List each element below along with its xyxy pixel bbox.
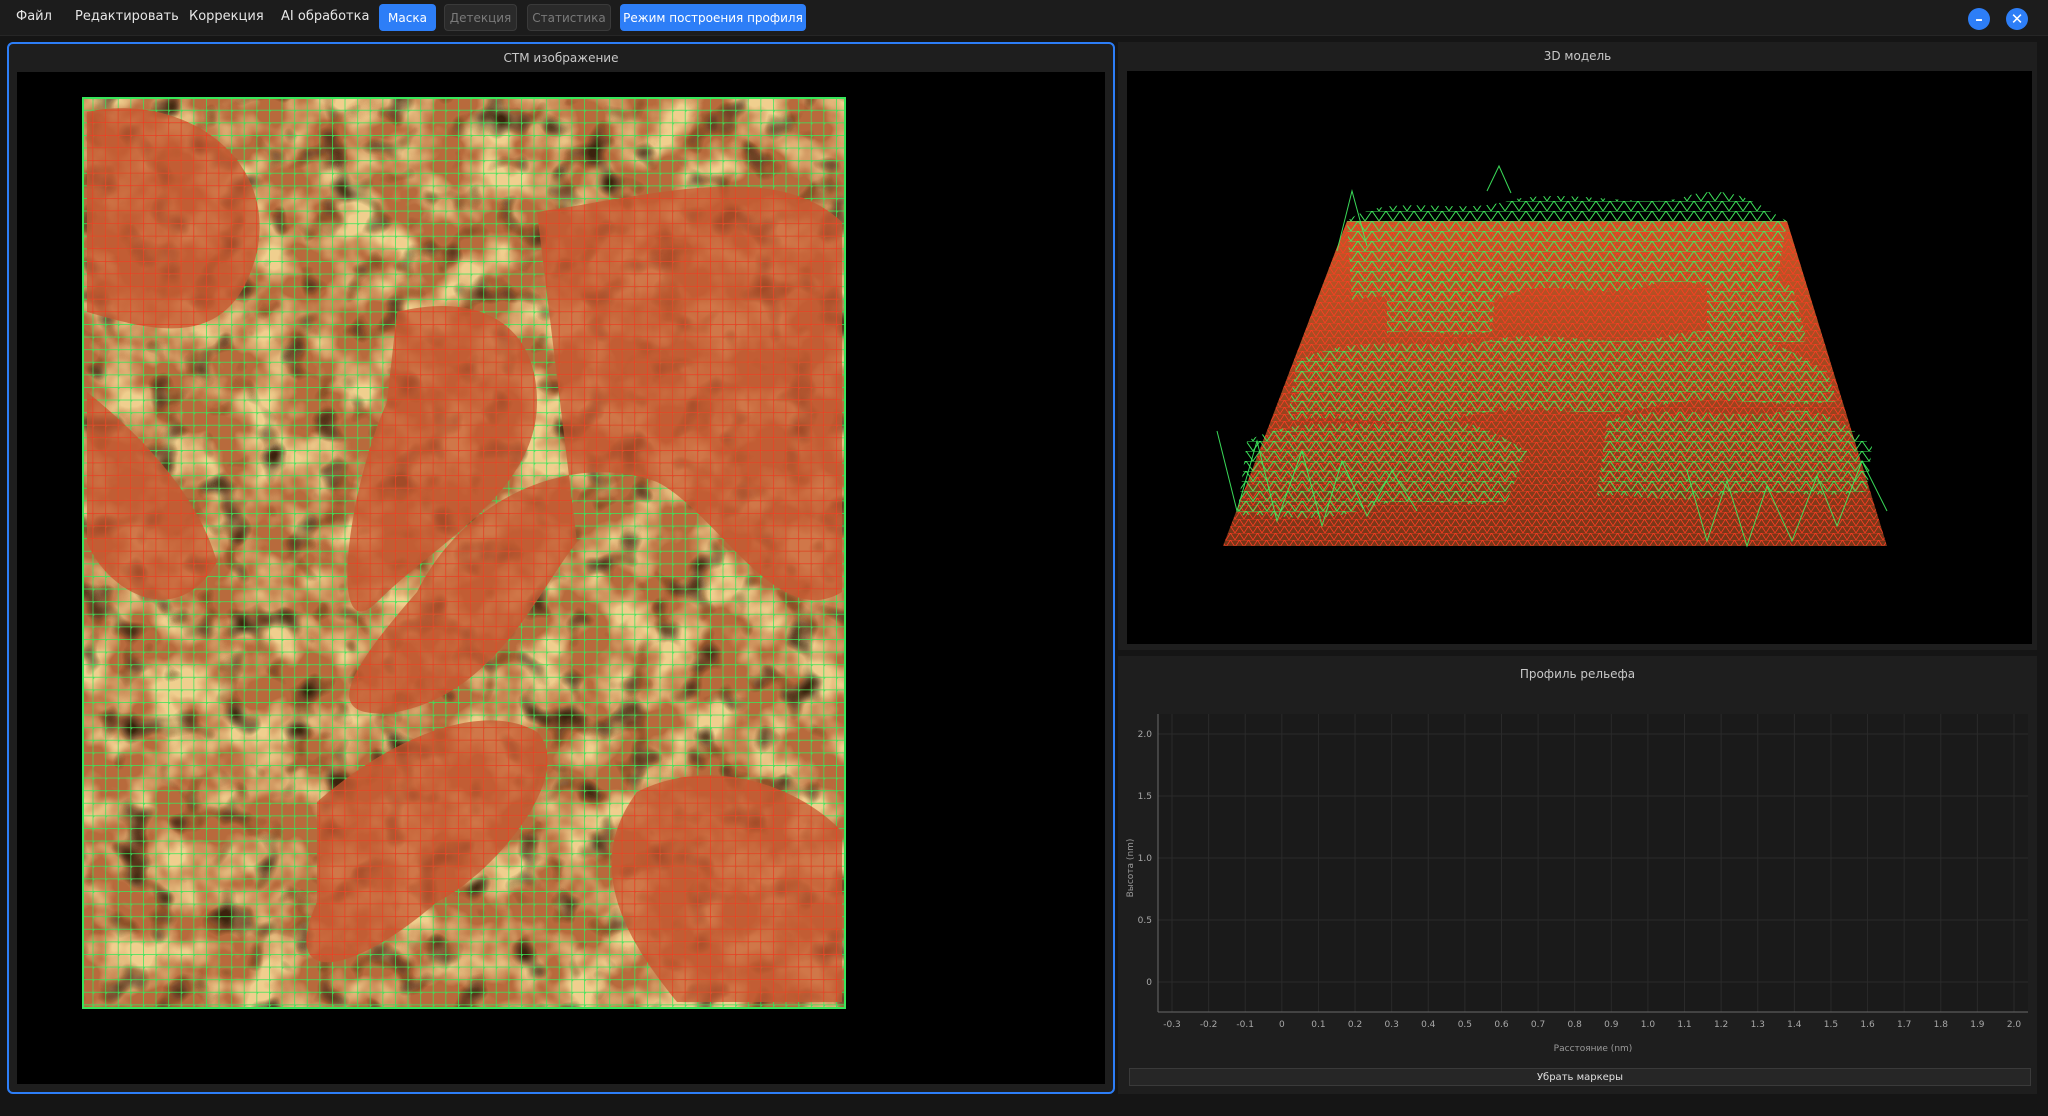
x-tick-label: 1.2	[1714, 1020, 1728, 1030]
x-tick-label: 1.8	[1934, 1020, 1949, 1030]
stm-image-viewport[interactable]	[17, 72, 1105, 1084]
x-tick-label: 1.1	[1677, 1020, 1691, 1030]
stm-image[interactable]	[17, 72, 1105, 1084]
statistics-mode-button[interactable]: Статистика	[527, 4, 611, 31]
x-tick-label: 1.7	[1897, 1020, 1911, 1030]
x-tick-label: 0.4	[1421, 1020, 1436, 1030]
menu-file[interactable]: Файл	[16, 9, 52, 24]
plot-area	[1158, 714, 2028, 1012]
y-tick-label: 2.0	[1138, 730, 1153, 740]
menu-bar: Файл Редактировать Коррекция AI обработк…	[0, 0, 2048, 36]
x-tick-label: -0.3	[1163, 1020, 1181, 1030]
x-tick-label: 0.7	[1531, 1020, 1545, 1030]
x-tick-label: -0.2	[1200, 1020, 1218, 1030]
mask-mode-button[interactable]: Маска	[379, 4, 436, 31]
menu-ai-processing[interactable]: AI обработка	[281, 9, 369, 24]
x-tick-label: 0.2	[1348, 1020, 1362, 1030]
x-tick-label: 0.8	[1568, 1020, 1583, 1030]
x-tick-label: 0.1	[1311, 1020, 1325, 1030]
3d-model-panel-title: 3D модель	[1543, 49, 1612, 63]
menu-edit[interactable]: Редактировать	[75, 9, 179, 24]
clear-markers-button[interactable]: Убрать маркеры	[1129, 1068, 2031, 1086]
3d-surface-render[interactable]	[1127, 71, 2032, 644]
profile-panel: Профиль рельефа -0.3 -0.2 -0.1 0 0.1 0.2 0.3 0.…	[1118, 656, 2037, 1094]
x-tick-label: 0	[1279, 1020, 1285, 1030]
profile-chart[interactable]: -0.3 -0.2 -0.1 0 0.1 0.2 0.3 0.4 0.5 0.6 0.7 0.8 0.9…	[1118, 656, 2037, 1094]
x-tick-label: 1.0	[1641, 1020, 1656, 1030]
x-tick-label: 1.5	[1824, 1020, 1838, 1030]
x-tick-label: 0.5	[1458, 1020, 1472, 1030]
stm-image-panel: СТМ изображение	[7, 42, 1115, 1094]
x-tick-label: 0.3	[1384, 1020, 1398, 1030]
y-tick-label: 1.0	[1138, 854, 1153, 864]
stm-panel-title: СТМ изображение	[503, 51, 619, 65]
x-tick-label: 1.3	[1751, 1020, 1765, 1030]
profile-mode-button[interactable]: Режим построения профиля	[620, 4, 806, 31]
x-tick-label: 1.9	[1970, 1020, 1985, 1030]
menu-correction[interactable]: Коррекция	[189, 9, 264, 24]
y-tick-label: 0	[1146, 978, 1152, 988]
x-tick-label: 0.6	[1494, 1020, 1509, 1030]
x-tick-label: 0.9	[1604, 1020, 1619, 1030]
detection-mode-button[interactable]: Детекция	[444, 4, 517, 31]
x-axis-title: Расстояние (nm)	[1554, 1044, 1633, 1054]
x-tick-label: -0.1	[1236, 1020, 1254, 1030]
minimize-button[interactable]: –	[1968, 8, 1990, 30]
close-icon: ✕	[2010, 9, 2024, 28]
x-tick-label: 1.4	[1787, 1020, 1802, 1030]
close-button[interactable]: ✕	[2006, 8, 2028, 30]
y-axis-title: Высота (nm)	[1126, 839, 1136, 898]
x-tick-label: 1.6	[1860, 1020, 1875, 1030]
y-tick-label: 1.5	[1138, 792, 1152, 802]
minimize-icon: –	[1975, 9, 1983, 28]
x-tick-label: 2.0	[2007, 1020, 2022, 1030]
3d-model-viewport[interactable]	[1127, 71, 2032, 644]
y-tick-label: 0.5	[1138, 916, 1152, 926]
3d-model-panel: 3D модель	[1118, 42, 2037, 650]
